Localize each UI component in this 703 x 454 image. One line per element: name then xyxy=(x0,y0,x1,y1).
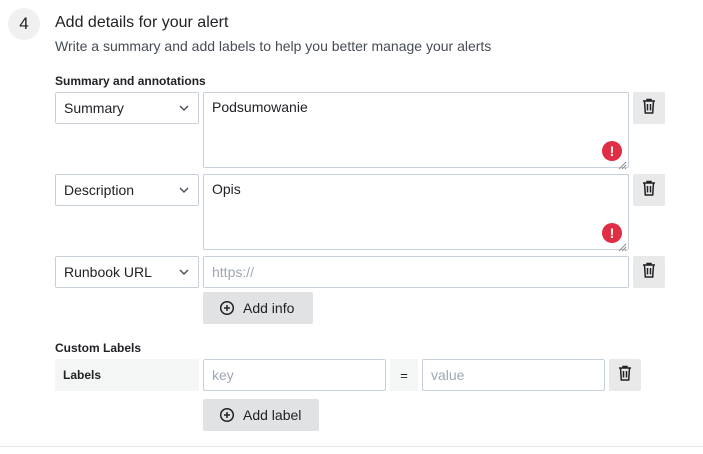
plus-circle-icon xyxy=(219,407,235,423)
input-placeholder: value xyxy=(431,367,465,383)
annotation-value-textarea-summary[interactable]: Podsumowanie ! xyxy=(203,92,629,170)
annotation-key-label: Runbook URL xyxy=(64,264,152,280)
input-placeholder: key xyxy=(212,367,234,383)
custom-labels-section-label: Custom Labels xyxy=(55,341,142,355)
add-label-label: Add label xyxy=(243,407,302,423)
resize-handle-icon[interactable] xyxy=(618,239,627,252)
input-placeholder: https:// xyxy=(212,264,255,280)
section-divider xyxy=(0,446,703,447)
annotation-value-textarea-description[interactable]: Opis ! xyxy=(203,174,629,252)
annotation-key-select-runbook[interactable]: Runbook URL xyxy=(55,256,199,288)
delete-annotation-button[interactable] xyxy=(633,256,665,288)
annotation-key-select-description[interactable]: Description xyxy=(55,174,199,206)
delete-label-button[interactable] xyxy=(609,359,641,391)
chevron-down-icon xyxy=(178,102,190,114)
labels-row-label: Labels xyxy=(55,359,199,391)
delete-annotation-button[interactable] xyxy=(633,92,665,124)
annotation-key-select-summary[interactable]: Summary xyxy=(55,92,199,124)
equals-sign: = xyxy=(390,359,418,391)
delete-annotation-button[interactable] xyxy=(633,174,665,206)
label-value-input[interactable]: value xyxy=(422,359,605,391)
annotations-section-label: Summary and annotations xyxy=(55,74,206,88)
trash-icon xyxy=(642,180,656,201)
step-number: 4 xyxy=(8,8,40,40)
label-key-input[interactable]: key xyxy=(203,359,386,391)
resize-handle-icon[interactable] xyxy=(618,157,627,170)
annotation-value-text: Podsumowanie xyxy=(212,99,308,115)
chevron-down-icon xyxy=(178,184,190,196)
runbook-url-input[interactable]: https:// xyxy=(203,256,629,288)
trash-icon xyxy=(642,262,656,283)
trash-icon xyxy=(618,365,632,386)
add-label-button[interactable]: Add label xyxy=(203,399,319,431)
chevron-down-icon xyxy=(178,266,190,278)
step-subtitle: Write a summary and add labels to help y… xyxy=(55,38,492,54)
add-info-button[interactable]: Add info xyxy=(203,292,313,324)
trash-icon xyxy=(642,98,656,119)
plus-circle-icon xyxy=(219,300,235,316)
add-info-label: Add info xyxy=(243,300,295,316)
annotation-value-text: Opis xyxy=(212,181,241,197)
annotation-key-label: Summary xyxy=(64,100,124,116)
step-title: Add details for your alert xyxy=(55,14,229,31)
annotation-key-label: Description xyxy=(64,182,135,198)
